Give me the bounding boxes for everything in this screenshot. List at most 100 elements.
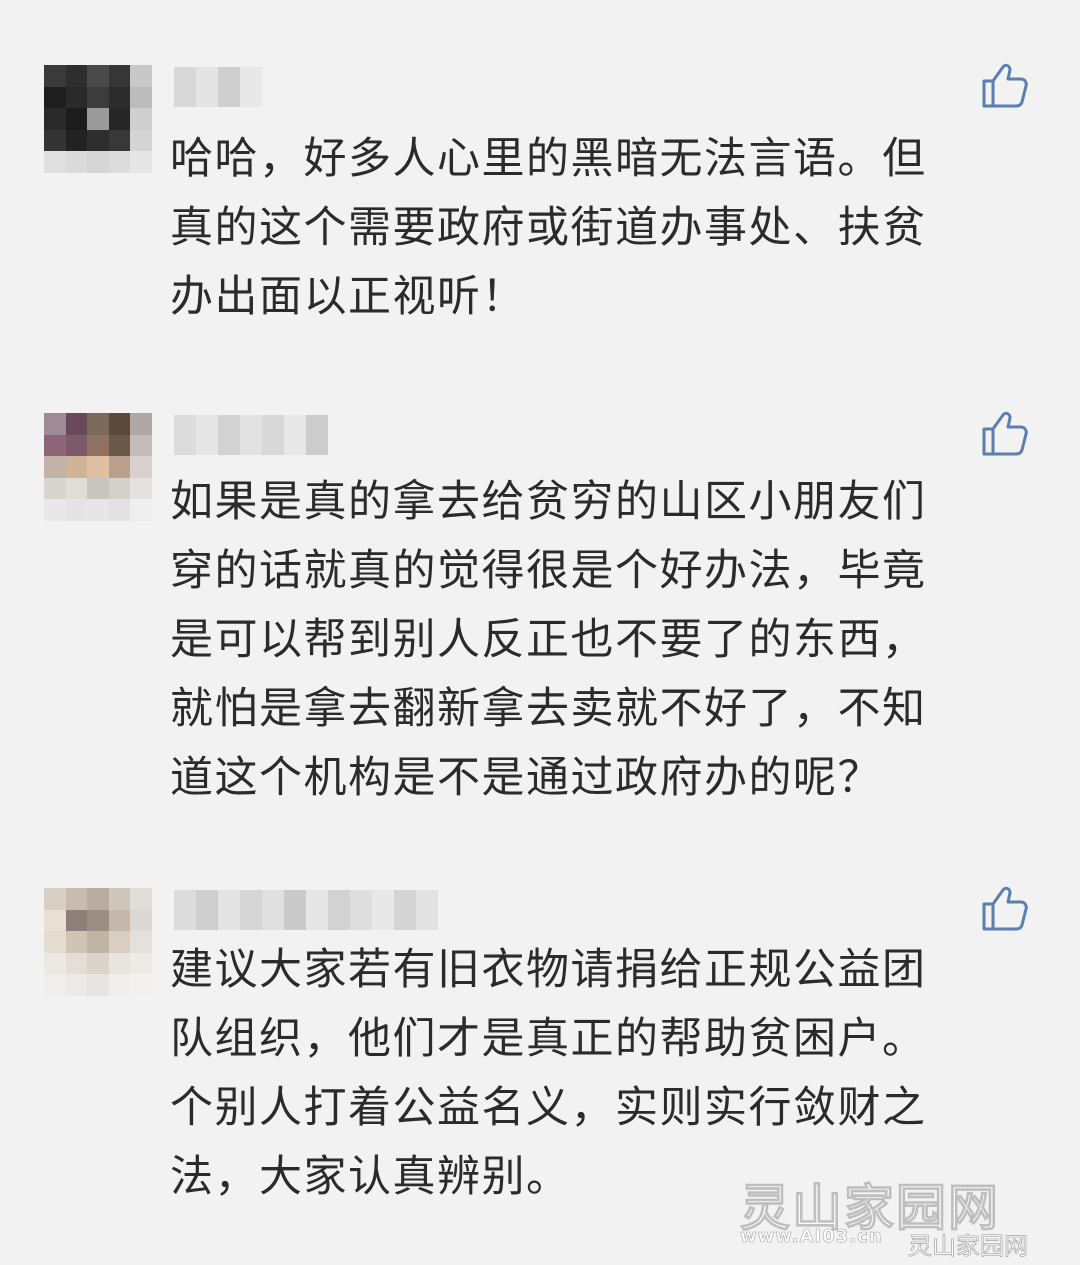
avatar-pixel <box>130 499 152 521</box>
avatar-pixel <box>44 86 66 109</box>
username-pixel <box>328 890 350 930</box>
avatar-pixel <box>130 413 152 435</box>
avatar[interactable] <box>44 888 152 996</box>
comment-text: 哈哈，好多人心里的黑暗无法言语。但 真的这个需要政府或街道办事处、扶贫 办出面以… <box>170 125 1030 332</box>
username-pixel <box>196 890 218 930</box>
avatar-pixel <box>130 129 152 152</box>
avatar-pixel <box>65 108 88 130</box>
avatar-pixel <box>65 129 88 152</box>
avatar-pixel <box>87 434 109 457</box>
username-pixel <box>218 890 240 930</box>
avatar-pixel <box>130 909 152 932</box>
comment-line: 就怕是拿去翻新拿去卖就不好了，不知 <box>170 684 927 734</box>
avatar[interactable] <box>44 65 152 173</box>
avatar-pixel <box>108 499 131 521</box>
username-pixel <box>262 890 284 930</box>
avatar-pixel <box>87 909 109 932</box>
username-pixel <box>350 890 372 930</box>
username-blurred[interactable] <box>174 890 438 930</box>
thumbs-up-icon <box>982 886 1028 931</box>
avatar-pixel <box>108 86 131 109</box>
avatar-pixel <box>65 413 88 435</box>
like-button[interactable] <box>978 59 1030 111</box>
avatar-pixel <box>130 108 152 130</box>
avatar-pixel <box>108 888 131 910</box>
avatar-pixel <box>130 456 152 478</box>
username-pixel <box>174 67 196 107</box>
avatar-pixel <box>65 477 88 500</box>
avatar-pixel <box>87 108 109 130</box>
username-pixel <box>372 890 394 930</box>
avatar-pixel <box>65 499 88 521</box>
avatar-pixel <box>44 952 66 975</box>
avatar-pixel <box>65 434 88 457</box>
avatar-pixel <box>87 65 109 87</box>
avatar-pixel <box>108 952 131 975</box>
avatar[interactable] <box>44 413 152 521</box>
avatar-pixel <box>44 151 66 173</box>
username-pixel <box>306 415 328 455</box>
avatar-pixel <box>130 151 152 173</box>
avatar-pixel <box>108 108 131 130</box>
avatar-pixel <box>130 974 152 996</box>
comment-line: 如果是真的拿去给贫穷的山区小朋友们 <box>170 477 927 527</box>
thumbs-up-icon <box>982 411 1028 456</box>
avatar-pixel <box>87 888 109 910</box>
avatar-pixel <box>87 86 109 109</box>
avatar-pixel <box>44 974 66 996</box>
username-pixel <box>306 890 328 930</box>
username-pixel <box>218 415 240 455</box>
like-button[interactable] <box>978 882 1030 934</box>
avatar-pixel <box>108 434 131 457</box>
comment-line: 穿的话就真的觉得很是个好办法，毕竟 <box>170 546 927 596</box>
avatar-pixel <box>44 499 66 521</box>
username-pixel <box>196 67 218 107</box>
avatar-pixel <box>65 909 88 932</box>
avatar-pixel <box>44 108 66 130</box>
avatar-pixel <box>65 151 88 173</box>
watermark-small-text: 灵山家园网 <box>908 1232 1029 1261</box>
avatar-pixel <box>108 931 131 953</box>
avatar-pixel <box>44 931 66 953</box>
avatar-pixel <box>87 151 109 173</box>
avatar-pixel <box>65 65 88 87</box>
comment-line: 办出面以正视听！ <box>170 272 526 322</box>
avatar-pixel <box>44 413 66 435</box>
avatar-pixel <box>87 456 109 478</box>
avatar-pixel <box>108 909 131 932</box>
username-pixel <box>174 415 196 455</box>
comment-text: 建议大家若有旧衣物请捐给正规公益团 队组织，他们才是真正的帮助贫困户。 个别人打… <box>170 936 1030 1212</box>
username-pixel <box>240 415 262 455</box>
avatar-pixel <box>108 456 131 478</box>
username-pixel <box>284 890 306 930</box>
avatar-pixel <box>130 434 152 457</box>
comment-line: 哈哈，好多人心里的黑暗无法言语。但 <box>170 134 927 184</box>
comment-line: 建议大家若有旧衣物请捐给正规公益团 <box>170 945 927 995</box>
avatar-pixel <box>44 456 66 478</box>
avatar-pixel <box>130 931 152 953</box>
username-pixel <box>416 890 438 930</box>
avatar-pixel <box>44 888 66 910</box>
avatar-pixel <box>87 952 109 975</box>
username-pixel <box>240 67 262 107</box>
avatar-pixel <box>65 86 88 109</box>
like-button[interactable] <box>978 407 1030 459</box>
username-blurred[interactable] <box>174 415 328 455</box>
comment-line: 真的这个需要政府或街道办事处、扶贫 <box>170 203 927 253</box>
username-pixel <box>218 67 240 107</box>
avatar-pixel <box>87 499 109 521</box>
username-blurred[interactable] <box>174 67 262 107</box>
avatar-pixel <box>108 65 131 87</box>
thumbs-up-icon <box>982 63 1028 108</box>
avatar-pixel <box>130 65 152 87</box>
avatar-pixel <box>65 888 88 910</box>
username-pixel <box>262 415 284 455</box>
avatar-pixel <box>130 952 152 975</box>
username-pixel <box>174 890 196 930</box>
avatar-pixel <box>44 477 66 500</box>
avatar-pixel <box>44 129 66 152</box>
avatar-pixel <box>65 952 88 975</box>
comment-line: 道这个机构是不是通过政府办的呢？ <box>170 753 882 803</box>
avatar-pixel <box>65 456 88 478</box>
avatar-pixel <box>130 477 152 500</box>
